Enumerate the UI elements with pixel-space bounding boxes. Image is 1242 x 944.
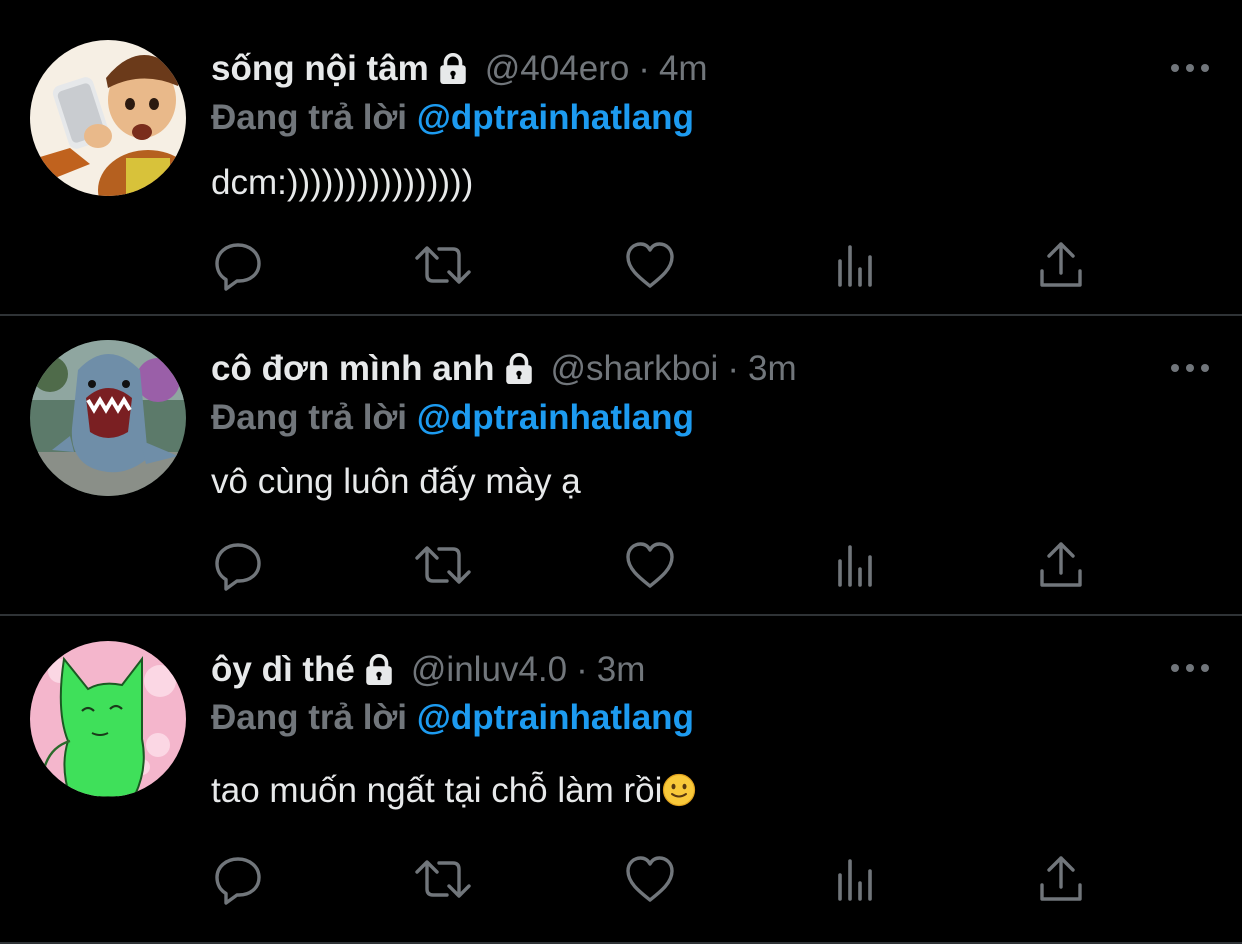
tweet-text-body: tao muốn ngất tại chỗ làm rồi: [211, 771, 663, 810]
reply-prefix: Đang trả lời: [211, 398, 408, 437]
tweet-header: ôy dì thé @inluv4.0 · 3m: [211, 648, 645, 692]
tweet-header: sống nội tâm @404ero · 4m: [211, 47, 708, 91]
share-icon: [1040, 242, 1082, 287]
lock-icon: [501, 351, 537, 387]
avatar[interactable]: [30, 40, 186, 196]
like-button[interactable]: [620, 235, 680, 295]
display-name[interactable]: cô đơn mình anh: [211, 347, 495, 391]
replying-to: Đang trả lời @dptrainhatlang: [211, 396, 694, 440]
tweet[interactable]: ôy dì thé @inluv4.0 · 3m Đang trả lời @d…: [0, 616, 1242, 944]
reply-button[interactable]: [208, 535, 268, 595]
tweet-feed: sống nội tâm @404ero · 4m Đang trả lời @…: [0, 0, 1242, 944]
more-icon: [1171, 664, 1209, 672]
share-icon: [1040, 856, 1082, 901]
retweet-button[interactable]: [413, 849, 473, 909]
replying-to: Đang trả lời @dptrainhatlang: [211, 696, 694, 740]
share-button[interactable]: [1031, 235, 1091, 295]
tweet-text: tao muốn ngất tại chỗ làm rồi: [211, 769, 696, 813]
tweet[interactable]: sống nội tâm @404ero · 4m Đang trả lời @…: [0, 0, 1242, 316]
retweet-icon: [415, 546, 471, 584]
analytics-button[interactable]: [826, 535, 886, 595]
timestamp[interactable]: 4m: [659, 47, 708, 91]
woody-avatar-icon: [30, 40, 186, 196]
analytics-button[interactable]: [826, 849, 886, 909]
timestamp[interactable]: 3m: [748, 347, 797, 391]
reply-mention-link[interactable]: @dptrainhatlang: [417, 698, 694, 737]
reply-icon: [215, 543, 261, 591]
slightly-smiling-face-icon: [662, 773, 696, 807]
like-icon: [626, 542, 674, 588]
avatar[interactable]: [30, 641, 186, 797]
reply-button[interactable]: [208, 235, 268, 295]
separator-dot: ·: [727, 349, 739, 388]
analytics-icon: [838, 545, 872, 587]
display-name[interactable]: sống nội tâm: [211, 47, 429, 91]
display-name[interactable]: ôy dì thé: [211, 648, 355, 692]
retweet-icon: [415, 860, 471, 898]
like-icon: [626, 242, 674, 288]
tweet-actions: [0, 849, 1242, 909]
more-options-button[interactable]: [1168, 653, 1212, 683]
share-button[interactable]: [1031, 535, 1091, 595]
reply-mention-link[interactable]: @dptrainhatlang: [417, 98, 694, 137]
separator-dot: ·: [638, 49, 650, 88]
share-icon: [1040, 542, 1082, 587]
user-handle[interactable]: @404ero: [485, 47, 630, 91]
retweet-icon: [415, 246, 471, 284]
reply-prefix: Đang trả lời: [211, 98, 408, 137]
user-handle[interactable]: @inluv4.0: [411, 648, 567, 692]
reply-icon: [215, 243, 261, 291]
tweet-text: vô cùng luôn đấy mày ạ: [211, 462, 581, 501]
reply-button[interactable]: [208, 849, 268, 909]
tweet[interactable]: cô đơn mình anh @sharkboi · 3m Đang trả …: [0, 316, 1242, 616]
tweet-actions: [0, 535, 1242, 595]
like-button[interactable]: [620, 535, 680, 595]
tweet-header: cô đơn mình anh @sharkboi · 3m: [211, 347, 797, 391]
analytics-icon: [838, 245, 872, 287]
more-options-button[interactable]: [1168, 353, 1212, 383]
more-icon: [1171, 364, 1209, 372]
like-button[interactable]: [620, 849, 680, 909]
reply-mention-link[interactable]: @dptrainhatlang: [417, 398, 694, 437]
analytics-icon: [838, 859, 872, 901]
more-options-button[interactable]: [1168, 53, 1212, 83]
like-icon: [626, 856, 674, 902]
more-icon: [1171, 64, 1209, 72]
shark-avatar-icon: [30, 340, 186, 496]
retweet-button[interactable]: [413, 235, 473, 295]
share-button[interactable]: [1031, 849, 1091, 909]
avatar[interactable]: [30, 340, 186, 496]
green-cat-avatar-icon: [30, 641, 186, 797]
lock-icon: [435, 51, 471, 87]
lock-icon: [361, 652, 397, 688]
user-handle[interactable]: @sharkboi: [551, 347, 719, 391]
reply-prefix: Đang trả lời: [211, 698, 408, 737]
reply-icon: [215, 857, 261, 905]
analytics-button[interactable]: [826, 235, 886, 295]
timestamp[interactable]: 3m: [597, 648, 646, 692]
separator-dot: ·: [576, 650, 588, 689]
replying-to: Đang trả lời @dptrainhatlang: [211, 96, 694, 140]
tweet-actions: [0, 235, 1242, 295]
tweet-text: dcm:)))))))))))))))): [211, 163, 474, 202]
retweet-button[interactable]: [413, 535, 473, 595]
